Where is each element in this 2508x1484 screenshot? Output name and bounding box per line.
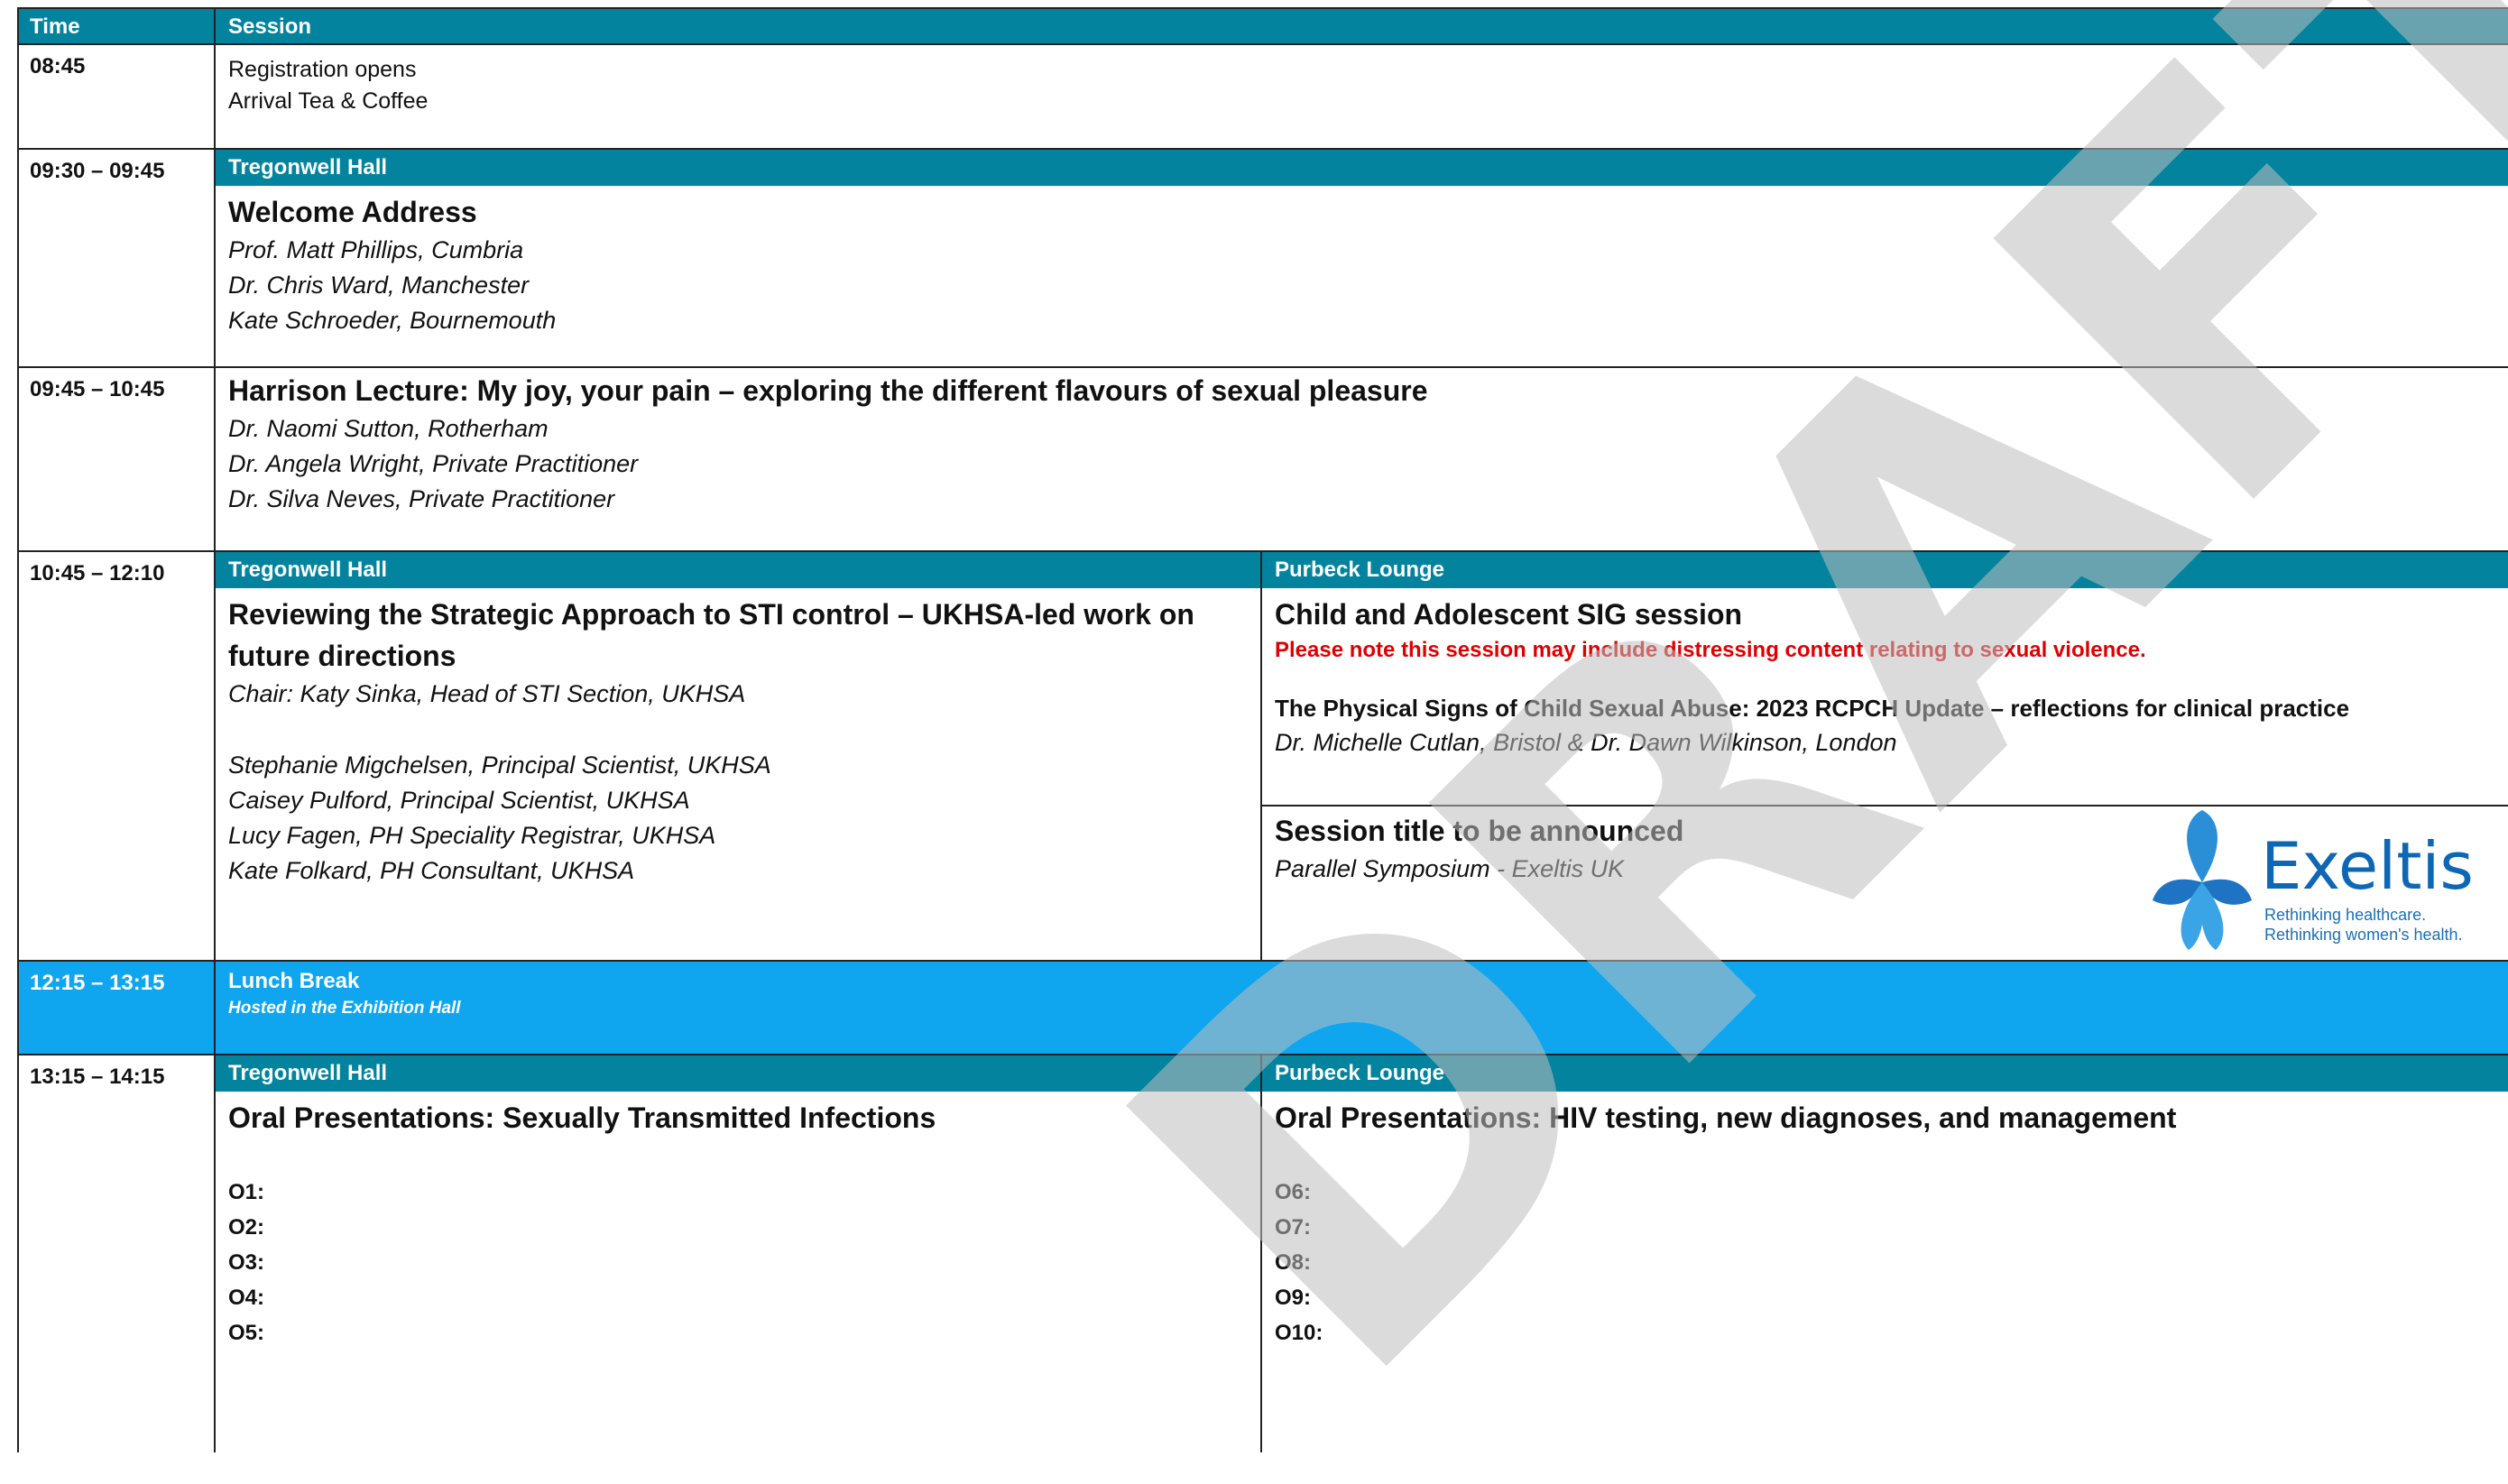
butterfly-icon (2153, 810, 2252, 950)
session-title: Reviewing the Strategic Approach to STI … (228, 598, 1194, 631)
logo-tagline: Rethinking women's health. (2264, 926, 2463, 944)
time-cell: 09:45 – 10:45 (17, 368, 216, 550)
header-session: Session (216, 9, 2508, 43)
session-line: Arrival Tea & Coffee (228, 88, 429, 114)
time-cell: 10:45 – 12:10 (17, 552, 216, 960)
header-time: Time (17, 9, 216, 43)
session-cell: Registration opens Arrival Tea & Coffee (216, 45, 2508, 148)
venue-band: Tregonwell Hall (216, 552, 1260, 588)
oral-item: O9: (1275, 1286, 1312, 1310)
table-row: 10:45 – 12:10 Tregonwell Hall Reviewing … (17, 552, 2508, 962)
speaker: Prof. Matt Phillips, Cumbria (228, 236, 524, 263)
oral-item: O7: (1275, 1215, 1312, 1240)
session-cell-tregonwell: Tregonwell Hall Oral Presentations: Sexu… (216, 1055, 1262, 1452)
session-cell-purbeck: Purbeck Lounge Child and Adolescent SIG … (1262, 552, 2508, 960)
session-line: Registration opens (228, 57, 417, 82)
table-row: 09:45 – 10:45 Harrison Lecture: My joy, … (17, 368, 2508, 552)
speaker: Dr. Angela Wright, Private Practitioner (228, 450, 639, 477)
session-title: Oral Presentations: Sexually Transmitted… (228, 1101, 936, 1134)
speaker: Stephanie Migchelsen, Principal Scientis… (228, 751, 771, 779)
cell-divider (1262, 805, 2508, 807)
programme-page: Time Session 08:45 Registration opens Ar… (0, 0, 2508, 1484)
chair: Chair: Katy Sinka, Head of STI Section, … (228, 680, 746, 707)
speaker: Dr. Silva Neves, Private Practitioner (228, 485, 615, 512)
session-cell-purbeck: Purbeck Lounge Oral Presentations: HIV t… (1262, 1055, 2508, 1452)
table-row: 13:15 – 14:15 Tregonwell Hall Oral Prese… (17, 1055, 2508, 1452)
venue-band: Tregonwell Hall (216, 150, 2508, 186)
oral-item: O4: (228, 1286, 265, 1310)
session-title: Harrison Lecture: My joy, your pain – ex… (228, 374, 1428, 407)
oral-item: O1: (228, 1180, 265, 1204)
oral-item: O8: (1275, 1250, 1312, 1275)
session-title: Welcome Address (228, 196, 477, 228)
talk-title: The Physical Signs of Child Sexual Abuse… (1275, 695, 2350, 722)
session-cell: Harrison Lecture: My joy, your pain – ex… (216, 368, 2508, 550)
session-cell: Lunch Break Hosted in the Exhibition Hal… (216, 962, 2508, 1054)
content-warning: Please note this session may include dis… (1275, 638, 2146, 662)
venue-band: Purbeck Lounge (1262, 552, 2508, 588)
logo-wordmark: Exeltis (2261, 828, 2474, 904)
oral-item: O2: (228, 1215, 265, 1240)
session-title: Lunch Break (228, 969, 360, 993)
logo-tagline: Rethinking healthcare. (2264, 906, 2427, 924)
venue-band: Purbeck Lounge (1262, 1055, 2508, 1092)
venue-band: Tregonwell Hall (216, 1055, 1260, 1092)
speaker: Lucy Fagen, PH Speciality Registrar, UKH… (228, 822, 716, 849)
oral-item: O5: (228, 1321, 265, 1345)
session-title-cont: future directions (228, 640, 456, 672)
speaker: Kate Schroeder, Bournemouth (228, 307, 557, 334)
speaker: Kate Folkard, PH Consultant, UKHSA (228, 857, 635, 884)
oral-item: O10: (1275, 1321, 1323, 1345)
oral-item: O3: (228, 1250, 265, 1275)
time-cell: 13:15 – 14:15 (17, 1055, 216, 1452)
speaker: Dr. Michelle Cutlan, Bristol & Dr. Dawn … (1275, 729, 1897, 756)
table-row: 08:45 Registration opens Arrival Tea & C… (17, 45, 2508, 150)
time-cell: 08:45 (17, 45, 216, 148)
table-header-row: Time Session (17, 7, 2508, 45)
speaker: Caisey Pulford, Principal Scientist, UKH… (228, 787, 690, 814)
oral-item: O6: (1275, 1180, 1312, 1204)
session-note: Hosted in the Exhibition Hall (228, 999, 461, 1018)
speaker: Dr. Chris Ward, Manchester (228, 272, 530, 299)
speaker: Dr. Naomi Sutton, Rotherham (228, 415, 549, 442)
symposium-block: Session title to be announced Parallel S… (1275, 810, 2508, 960)
session-title: Oral Presentations: HIV testing, new dia… (1275, 1101, 2177, 1134)
session-cell: Tregonwell Hall Welcome Address Prof. Ma… (216, 150, 2508, 366)
exeltis-logo: Exeltis Rethinking healthcare. Rethinkin… (2153, 810, 2486, 954)
table-row-lunch: 12:15 – 13:15 Lunch Break Hosted in the … (17, 962, 2508, 1055)
session-title: Child and Adolescent SIG session (1275, 598, 1743, 631)
time-cell: 12:15 – 13:15 (17, 962, 216, 1054)
session-cell-tregonwell: Tregonwell Hall Reviewing the Strategic … (216, 552, 1262, 960)
time-cell: 09:30 – 09:45 (17, 150, 216, 366)
table-row: 09:30 – 09:45 Tregonwell Hall Welcome Ad… (17, 150, 2508, 368)
